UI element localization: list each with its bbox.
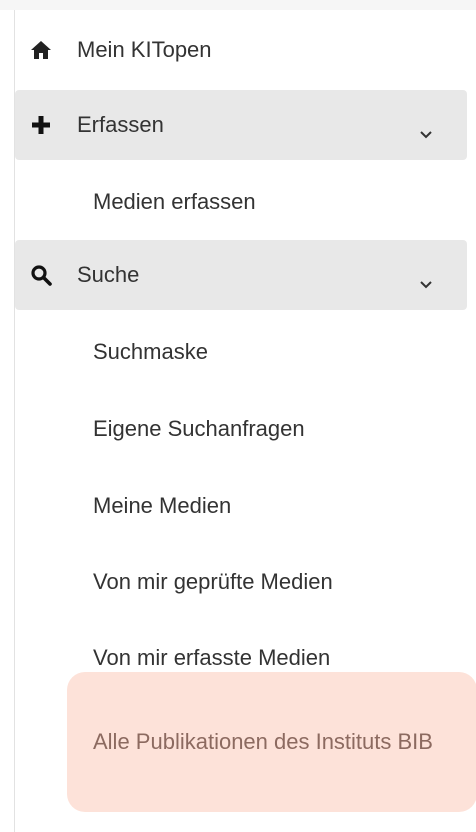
nav-item-eigene-suchanfragen[interactable]: Eigene Suchanfragen [15, 391, 467, 467]
nav-group-suche[interactable]: Suche [15, 240, 467, 310]
nav-group-erfassen[interactable]: Erfassen [15, 90, 467, 160]
nav-item-label: Suchmaske [93, 339, 208, 364]
nav-item-label: Von mir erfasste Medien [93, 645, 331, 670]
nav-item-label: Mein KITopen [77, 37, 212, 62]
home-icon [29, 38, 53, 62]
nav-group-label: Suche [77, 262, 140, 287]
nav-item-meine-medien[interactable]: Meine Medien [15, 468, 467, 544]
sidebar-navigation: Mein KITopen Erfassen Medien erfassen Su… [14, 10, 476, 832]
nav-item-suchmaske[interactable]: Suchmaske [15, 314, 467, 390]
nav-item-label: Alle Publikationen des Instituts BIB [93, 729, 433, 754]
nav-group-label: Erfassen [77, 112, 164, 137]
nav-item-medien-erfassen[interactable]: Medien erfassen [15, 164, 467, 240]
search-icon [29, 263, 53, 287]
nav-item-label: Meine Medien [93, 493, 232, 518]
plus-icon [29, 113, 53, 137]
chevron-down-icon [419, 120, 433, 139]
window-top-edge [0, 0, 476, 10]
nav-item-von-mir-gepruefte-medien[interactable]: Von mir geprüfte Medien [15, 544, 467, 620]
nav-item-label: Medien erfassen [93, 189, 256, 214]
chevron-down-icon [419, 270, 433, 289]
nav-item-label: Eigene Suchanfragen [93, 416, 305, 441]
nav-item-mein-kitopen[interactable]: Mein KITopen [15, 16, 467, 84]
nav-item-label: Von mir geprüfte Medien [93, 569, 333, 594]
nav-item-alle-publikationen-active[interactable]: Alle Publikationen des Instituts BIB [67, 672, 476, 812]
